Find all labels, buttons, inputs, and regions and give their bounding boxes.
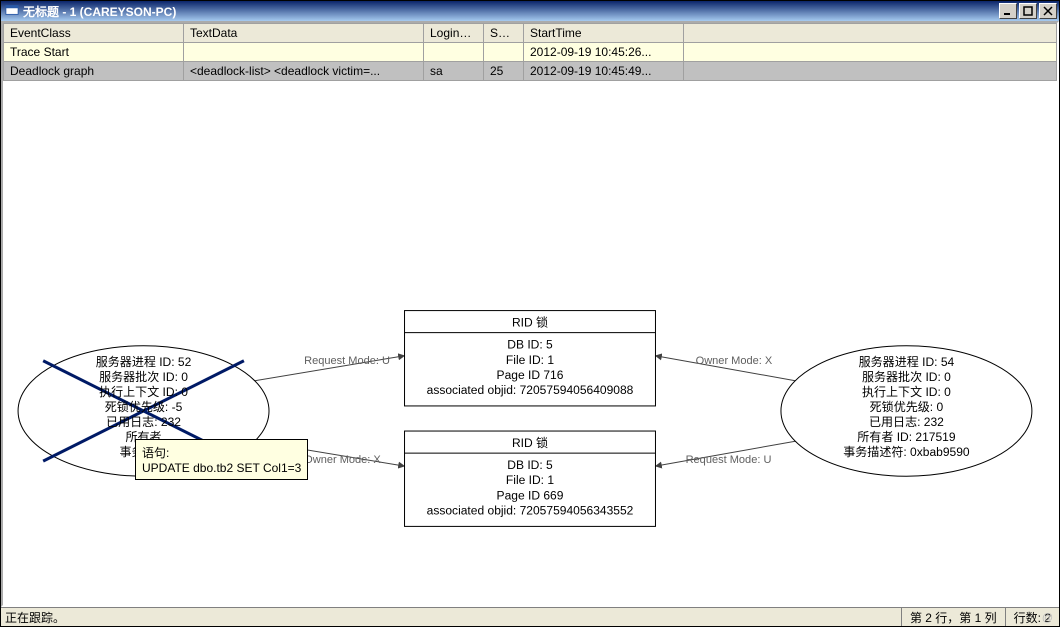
cell-start: 2012-09-19 10:45:26...: [524, 43, 684, 62]
svg-text:RID 锁: RID 锁: [512, 315, 548, 330]
window-buttons: [997, 3, 1057, 19]
cell-spid: [484, 43, 524, 62]
svg-text:associated objid: 720575940564: associated objid: 72057594056409088: [427, 383, 634, 397]
svg-text:事务描述符: 0xbab9590: 事务描述符: 0xbab9590: [843, 444, 970, 459]
svg-text:RID 锁: RID 锁: [512, 435, 548, 450]
svg-text:死锁优先级: 0: 死锁优先级: 0: [870, 399, 944, 414]
svg-text:Request Mode: U: Request Mode: U: [686, 454, 772, 466]
status-left: 正在跟踪。: [1, 609, 901, 626]
trace-grid[interactable]: EventClass TextData LoginName SPID Start…: [3, 23, 1057, 235]
col-loginname[interactable]: LoginName: [424, 24, 484, 43]
tooltip-label: 语句:: [142, 446, 169, 460]
svg-text:执行上下文 ID: 0: 执行上下文 ID: 0: [862, 384, 951, 399]
sql-tooltip: 语句: UPDATE dbo.tb2 SET Col1=3: [135, 439, 308, 480]
cell-text: <deadlock-list> <deadlock victim=...: [184, 62, 424, 81]
col-textdata[interactable]: TextData: [184, 24, 424, 43]
maximize-button[interactable]: [1019, 3, 1037, 19]
edge-request-bottom: Request Mode: U: [655, 441, 796, 466]
window-title: 无标题 - 1 (CAREYSON-PC): [23, 3, 176, 20]
close-button[interactable]: [1039, 3, 1057, 19]
app-icon: [5, 3, 19, 20]
col-filler: [684, 24, 1057, 43]
svg-text:Request Mode: U: Request Mode: U: [304, 355, 390, 367]
col-starttime[interactable]: StartTime: [524, 24, 684, 43]
cell-filler: [684, 43, 1057, 62]
svg-text:Page ID 716: Page ID 716: [497, 368, 564, 382]
svg-text:File ID: 1: File ID: 1: [506, 353, 554, 367]
content-area: EventClass TextData LoginName SPID Start…: [1, 21, 1059, 607]
svg-text:执行上下文 ID: 0: 执行上下文 ID: 0: [99, 384, 188, 399]
svg-text:死锁优先级: -5: 死锁优先级: -5: [105, 399, 183, 414]
svg-text:associated objid: 720575940563: associated objid: 72057594056343552: [427, 503, 634, 517]
status-bar: 正在跟踪。 第 2 行，第 1 列 行数: 2: [1, 607, 1059, 626]
cell-filler: [684, 62, 1057, 81]
svg-text:已用日志: 232: 已用日志: 232: [106, 415, 181, 429]
edge-request-top: Request Mode: U: [254, 355, 405, 381]
tooltip-sql: UPDATE dbo.tb2 SET Col1=3: [142, 461, 301, 475]
table-row-selected[interactable]: Deadlock graph <deadlock-list> <deadlock…: [4, 62, 1057, 81]
trace-table: EventClass TextData LoginName SPID Start…: [3, 23, 1057, 81]
minimize-button[interactable]: [999, 3, 1017, 19]
resource-node-top[interactable]: RID 锁 DB ID: 5 File ID: 1 Page ID 716 as…: [405, 311, 656, 406]
cell-event: Trace Start: [4, 43, 184, 62]
status-pos: 第 2 行，第 1 列: [901, 608, 1005, 626]
deadlock-graph-svg: Request Mode: U Owner Mode: X Owner Mode…: [3, 237, 1057, 605]
svg-text:服务器进程 ID: 54: 服务器进程 ID: 54: [859, 354, 955, 369]
titlebar[interactable]: 无标题 - 1 (CAREYSON-PC): [1, 1, 1059, 21]
table-header-row: EventClass TextData LoginName SPID Start…: [4, 24, 1057, 43]
col-spid[interactable]: SPID: [484, 24, 524, 43]
process-node-right[interactable]: 服务器进程 ID: 54 服务器批次 ID: 0 执行上下文 ID: 0 死锁优…: [781, 346, 1032, 476]
col-eventclass[interactable]: EventClass: [4, 24, 184, 43]
svg-text:Page ID 669: Page ID 669: [497, 488, 564, 502]
svg-text:Owner Mode: X: Owner Mode: X: [304, 454, 381, 466]
cell-event: Deadlock graph: [4, 62, 184, 81]
svg-text:DB ID: 5: DB ID: 5: [507, 338, 553, 352]
cell-spid: 25: [484, 62, 524, 81]
table-row[interactable]: Trace Start 2012-09-19 10:45:26...: [4, 43, 1057, 62]
svg-text:服务器批次 ID: 0: 服务器批次 ID: 0: [99, 369, 188, 384]
cell-login: sa: [424, 62, 484, 81]
svg-text:Owner Mode: X: Owner Mode: X: [696, 355, 773, 367]
profiler-window: 无标题 - 1 (CAREYSON-PC) EventClass TextDat…: [0, 0, 1060, 627]
cell-text: [184, 43, 424, 62]
svg-text:服务器批次 ID: 0: 服务器批次 ID: 0: [862, 369, 951, 384]
svg-text:所有者 ID: 217519: 所有者 ID: 217519: [857, 430, 956, 444]
deadlock-graph-pane[interactable]: Request Mode: U Owner Mode: X Owner Mode…: [3, 235, 1057, 605]
edge-owner-top: Owner Mode: X: [655, 355, 796, 381]
svg-text:已用日志: 232: 已用日志: 232: [869, 415, 944, 429]
resource-node-bottom[interactable]: RID 锁 DB ID: 5 File ID: 1 Page ID 669 as…: [405, 431, 656, 526]
svg-text:File ID: 1: File ID: 1: [506, 473, 554, 487]
cell-start: 2012-09-19 10:45:49...: [524, 62, 684, 81]
watermark: @: [1042, 612, 1053, 624]
svg-text:DB ID: 5: DB ID: 5: [507, 458, 553, 472]
cell-login: [424, 43, 484, 62]
svg-text:服务器进程 ID: 52: 服务器进程 ID: 52: [96, 354, 192, 369]
